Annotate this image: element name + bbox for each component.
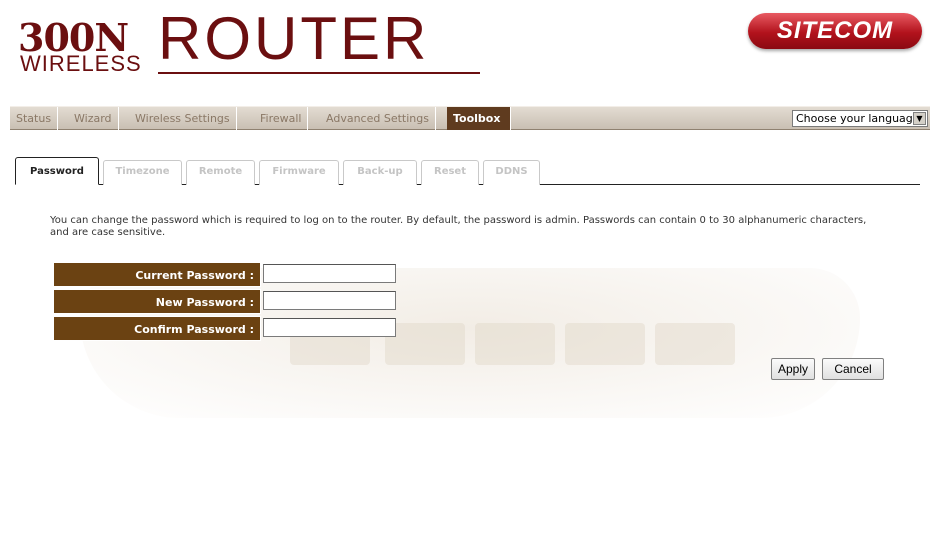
password-description: You can change the password which is req… — [50, 215, 867, 238]
router-port-image — [475, 323, 555, 365]
apply-button[interactable]: Apply — [771, 358, 815, 380]
tab-remote[interactable]: Remote — [186, 160, 255, 185]
tab-firmware[interactable]: Firmware — [259, 160, 339, 185]
nav-item-status[interactable]: Status — [10, 107, 59, 130]
tab-backup[interactable]: Back-up — [343, 160, 417, 185]
nav-item-wizard[interactable]: Wizard — [68, 107, 119, 130]
tab-timezone[interactable]: Timezone — [103, 160, 182, 185]
current-password-input[interactable] — [263, 264, 396, 283]
cancel-button[interactable]: Cancel — [822, 358, 884, 380]
language-select[interactable]: Choose your language ▼ — [792, 110, 928, 127]
new-password-label: New Password : — [53, 289, 261, 314]
sitecom-logo: SITECOM — [748, 13, 922, 49]
nav-item-wireless-settings[interactable]: Wireless Settings — [129, 107, 237, 130]
brand-product: ROUTER — [158, 5, 430, 72]
language-select-value: Choose your language — [796, 112, 920, 125]
tab-reset[interactable]: Reset — [421, 160, 479, 185]
router-port-image — [385, 323, 465, 365]
toolbox-tabs: Password Timezone Remote Firmware Back-u… — [15, 156, 920, 185]
new-password-input[interactable] — [263, 291, 396, 310]
confirm-password-label: Confirm Password : — [53, 316, 261, 341]
router-brand: 300N WIRELESS ROUTER — [18, 8, 488, 80]
nav-item-toolbox[interactable]: Toolbox — [447, 107, 511, 130]
brand-line: WIRELESS — [20, 51, 142, 76]
logo-text: SITECOM — [776, 17, 894, 44]
router-port-image — [565, 323, 645, 365]
tab-password[interactable]: Password — [15, 157, 99, 185]
tab-ddns[interactable]: DDNS — [483, 160, 540, 185]
current-password-label: Current Password : — [53, 262, 261, 287]
dropdown-arrow-icon[interactable]: ▼ — [913, 112, 926, 125]
nav-item-advanced-settings[interactable]: Advanced Settings — [320, 107, 436, 130]
main-nav: Status Wizard Wireless Settings Firewall… — [10, 106, 930, 130]
confirm-password-input[interactable] — [263, 318, 396, 337]
router-port-image — [655, 323, 735, 365]
brand-underline — [158, 72, 480, 74]
nav-item-firewall[interactable]: Firewall — [254, 107, 309, 130]
